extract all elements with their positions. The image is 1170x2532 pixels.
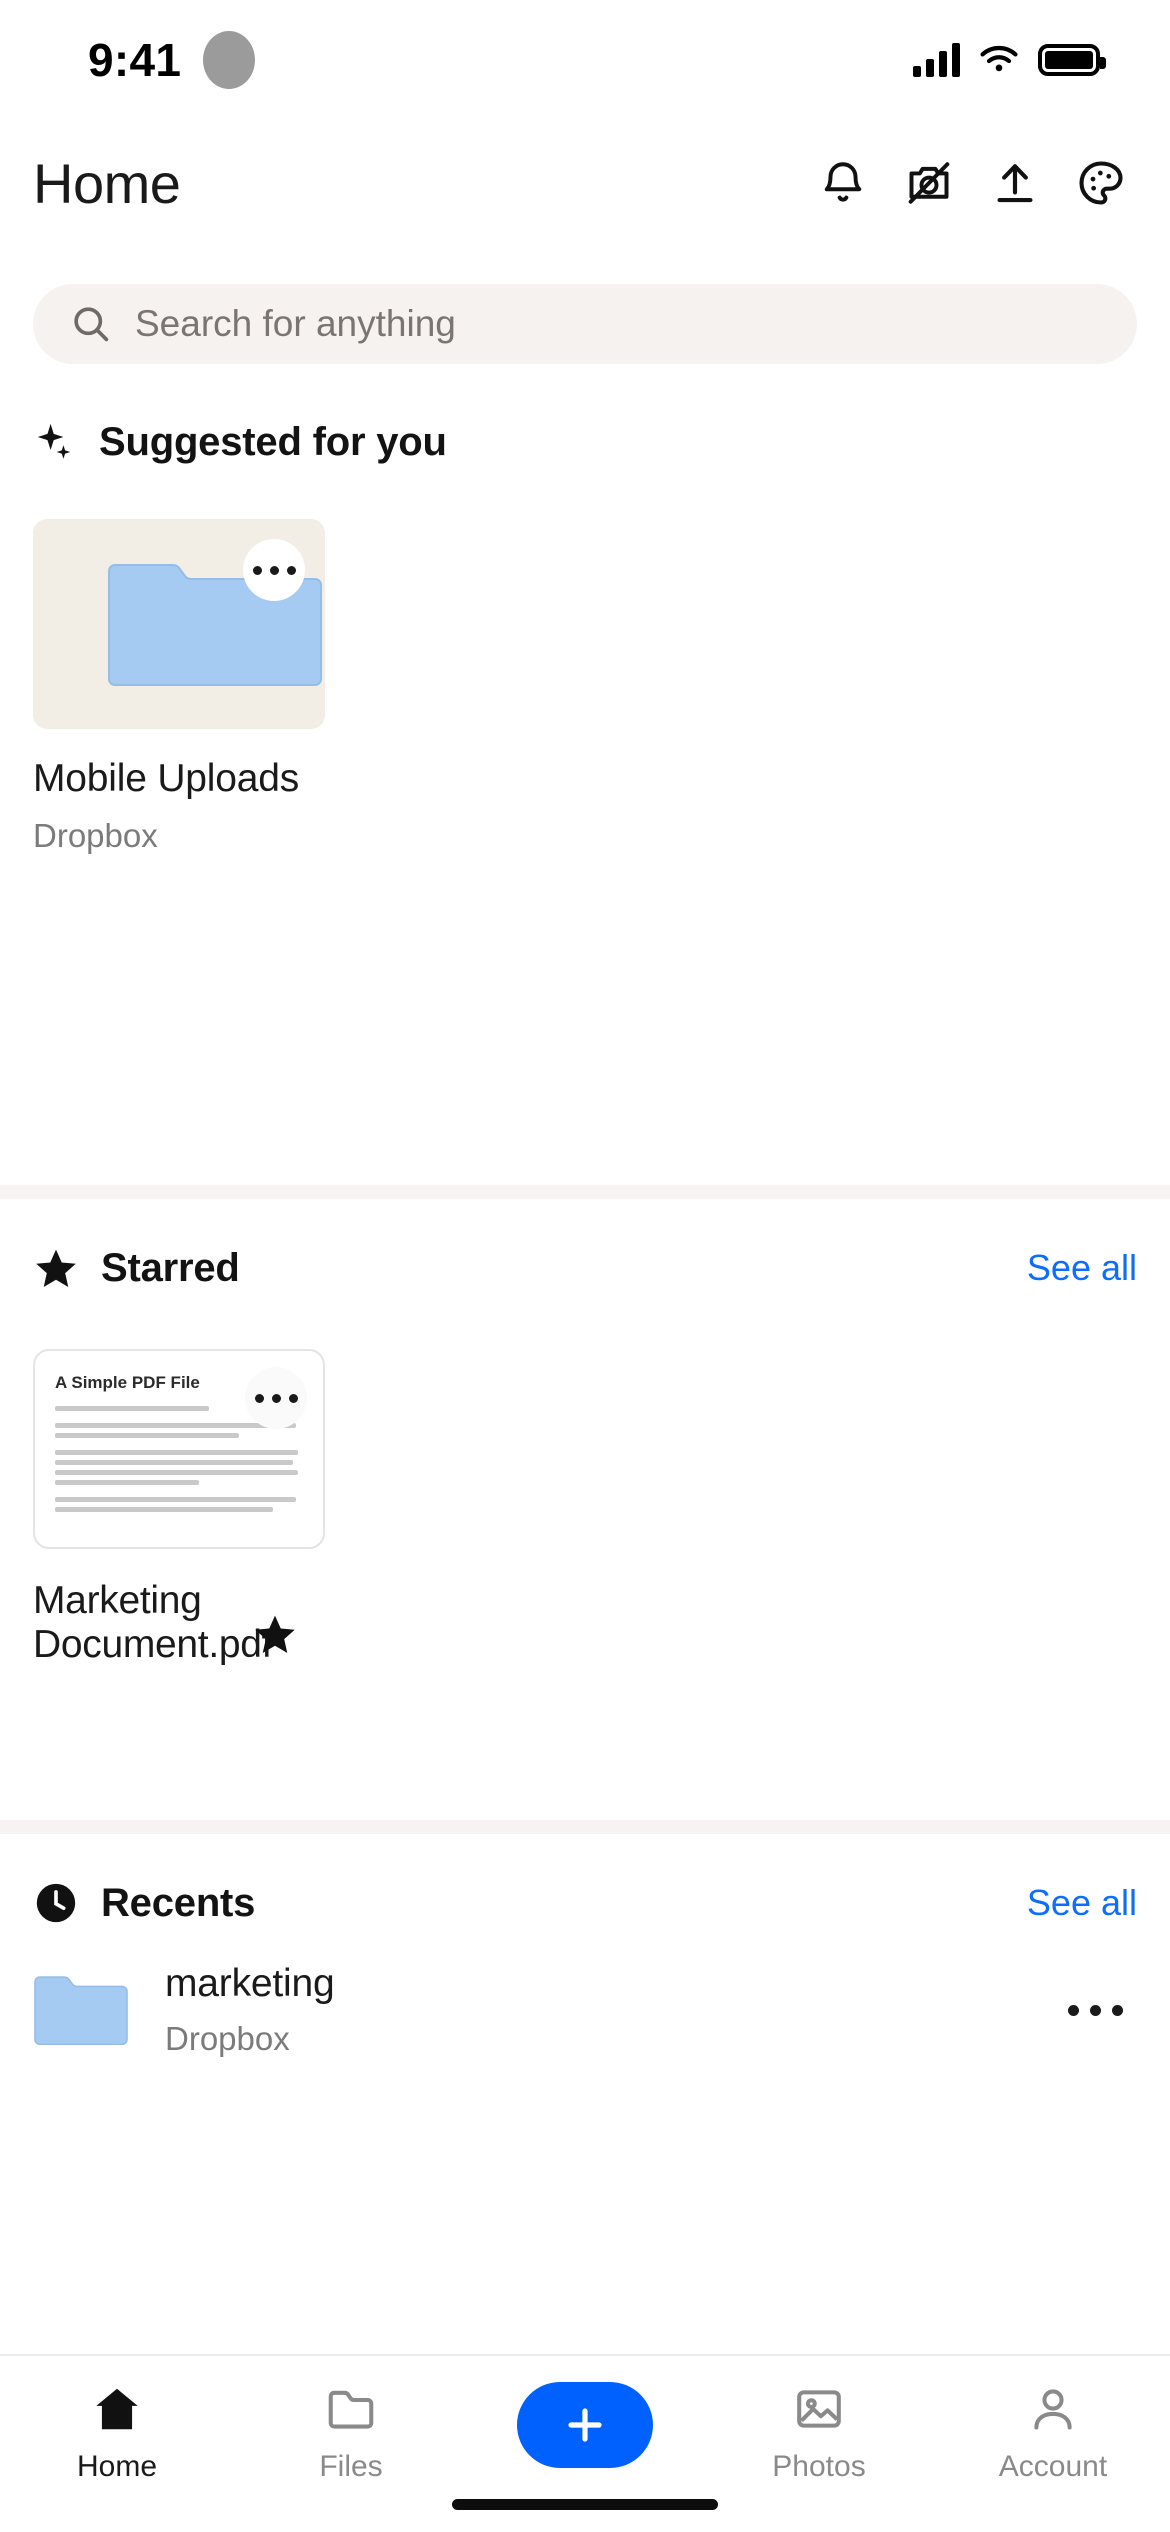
home-icon: [96, 2388, 138, 2430]
recents-more-options-button[interactable]: [1068, 2004, 1137, 2016]
suggested-title: Suggested for you: [99, 420, 447, 464]
battery-icon: [1038, 44, 1106, 76]
person-icon: [1034, 2389, 1072, 2430]
search-input[interactable]: Search for anything: [33, 284, 1137, 364]
palette-icon[interactable]: [1074, 156, 1128, 210]
app-header: Home: [0, 128, 1170, 238]
page-title: Home: [33, 151, 181, 215]
section-starred: Starred See all A Simple PDF File Market…: [0, 1245, 1170, 1666]
starred-card-name-line2: Document.pdf: [33, 1622, 273, 1666]
suggested-card[interactable]: Mobile Uploads Dropbox: [33, 519, 325, 855]
dynamic-island-dot: [203, 31, 256, 89]
starred-card[interactable]: A Simple PDF File Marketing Document.pdf: [33, 1349, 325, 1666]
notifications-bell-icon[interactable]: [816, 156, 870, 210]
status-bar-time: 9:41: [88, 34, 182, 86]
recents-see-all-link[interactable]: See all: [1027, 1882, 1137, 1924]
status-bar-right: [913, 43, 1106, 77]
suggested-more-options-button[interactable]: [243, 539, 305, 601]
search-placeholder: Search for anything: [135, 303, 456, 344]
cellular-signal-icon: [913, 43, 960, 77]
section-recents: Recents See all marketing Dropbox: [0, 1880, 1170, 2058]
tab-account[interactable]: Account: [936, 2382, 1170, 2484]
section-suggested: Suggested for you Mobile Uploads Dropbox: [0, 420, 1170, 855]
sparkle-icon: [37, 423, 71, 459]
section-divider-1: [0, 1185, 1170, 1199]
folder-icon: [34, 1976, 128, 2045]
recents-title: Recents: [101, 1880, 256, 1925]
starred-thumbnail[interactable]: A Simple PDF File: [33, 1349, 325, 1549]
wifi-icon: [980, 45, 1018, 72]
photo-icon: [797, 2390, 841, 2428]
tab-account-label: Account: [998, 2450, 1108, 2483]
status-bar-left: 9:41: [88, 31, 256, 89]
section-divider-2: [0, 1820, 1170, 1834]
tab-photos-label: Photos: [772, 2450, 866, 2483]
upload-icon[interactable]: [988, 156, 1042, 210]
search-icon: [74, 307, 109, 342]
starred-see-all-link[interactable]: See all: [1027, 1247, 1137, 1289]
starred-more-options-button[interactable]: [245, 1367, 307, 1429]
folder-icon: [328, 2390, 374, 2429]
suggested-thumbnail[interactable]: [33, 519, 325, 729]
list-item-text: marketing Dropbox: [165, 1962, 1032, 2058]
suggested-header: Suggested for you: [0, 420, 1170, 465]
tab-home[interactable]: Home: [0, 2382, 234, 2484]
pdf-preview-paragraph: [55, 1497, 303, 1512]
list-item[interactable]: marketing Dropbox: [0, 1926, 1170, 2058]
suggested-card-name: Mobile Uploads: [33, 757, 300, 800]
clock-icon: [36, 1883, 76, 1923]
starred-card-name-line1: Marketing: [33, 1579, 202, 1622]
starred-title: Starred: [101, 1245, 240, 1290]
starred-header: Starred See all: [0, 1245, 1170, 1291]
tab-home-label: Home: [76, 2450, 158, 2483]
search-container: Search for anything: [33, 284, 1137, 364]
create-button[interactable]: [517, 2382, 653, 2468]
plus-icon: [568, 2408, 602, 2442]
tab-files-label: Files: [319, 2450, 383, 2483]
pdf-preview-paragraph: [55, 1450, 303, 1485]
suggested-card-subtitle: Dropbox: [33, 817, 158, 854]
status-bar: 9:41: [0, 0, 1170, 120]
home-indicator: [452, 2499, 718, 2510]
list-item-subtitle: Dropbox: [165, 2020, 290, 2057]
camera-upload-icon[interactable]: [902, 156, 956, 210]
recents-header: Recents See all: [0, 1880, 1170, 1926]
tab-create[interactable]: [468, 2382, 702, 2482]
header-actions: [816, 156, 1128, 210]
tab-files[interactable]: Files: [234, 2382, 468, 2484]
star-filled-icon: [255, 1615, 295, 1653]
list-item-name: marketing: [165, 1962, 335, 2005]
starred-card-name-row: Marketing Document.pdf: [33, 1579, 325, 1666]
tab-photos[interactable]: Photos: [702, 2382, 936, 2484]
starred-card-name: Marketing Document.pdf: [33, 1579, 273, 1666]
star-icon: [36, 1249, 76, 1287]
app-screen: 9:41 Home Search for anything Suggested …: [0, 0, 1170, 2532]
